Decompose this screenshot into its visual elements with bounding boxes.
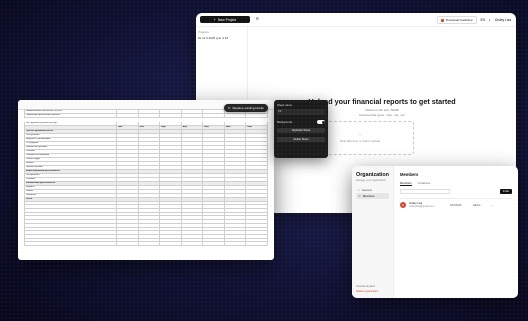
home-icon: ⌂ <box>358 188 360 192</box>
upload-icon: ⤒ <box>359 133 361 137</box>
tab-members[interactable]: Members <box>400 181 412 186</box>
background-toggle[interactable] <box>317 120 325 124</box>
delete-sheet-button[interactable]: Delete Sheet <box>277 137 325 142</box>
org-nav: ⌂ General ☺ Members <box>356 187 389 199</box>
grid-cell[interactable] <box>159 241 182 246</box>
background-label: Background <box>277 120 292 124</box>
more-icon[interactable]: ⋯ <box>490 204 493 207</box>
download-icon <box>440 18 444 22</box>
plus-icon: + <box>213 17 216 22</box>
replace-blocks-label: Replace existing blocks <box>232 106 264 110</box>
avatar: O <box>400 202 406 208</box>
member-date: 4/15/2025 <box>450 203 462 207</box>
download-cashflow-button[interactable]: Download Cashflow <box>436 16 477 24</box>
members-heading: Members <box>400 172 419 177</box>
org-footer: Invoices & plans Delete organization <box>356 284 378 294</box>
replace-blocks-button[interactable]: ↻ Replace existing blocks <box>224 104 268 112</box>
theme-icon[interactable]: ◐ <box>489 18 491 22</box>
tab-invitations[interactable]: Invitations <box>418 181 431 186</box>
invite-button[interactable]: Invite <box>499 189 512 194</box>
dropzone-text: Drop files here or click to upload <box>340 139 380 143</box>
member-role[interactable]: Admin <box>473 204 487 207</box>
user-menu[interactable]: Ondey Lisa <box>495 18 511 22</box>
organization-window: Organization Manage your organization ⌂ … <box>352 166 518 298</box>
member-row[interactable]: O Ondey Lisa ondeylisa@gmail.com 4/15/20… <box>400 198 512 208</box>
spreadsheet-grid[interactable]: Наименование показателя: КЦР/ЕО Параметры… <box>24 109 268 246</box>
org-nav-general-label: General <box>361 188 372 192</box>
spreadsheet-window: Наименование показателя: КЦР/ЕО Параметры… <box>18 100 274 260</box>
grid-cell[interactable] <box>137 241 161 246</box>
grid-cell[interactable] <box>116 241 139 246</box>
org-title: Organization <box>356 172 389 178</box>
sidebar-item-project[interactable]: Бк за 9 2025 для Ч 52 <box>198 36 245 40</box>
sheet-name-value: CF <box>278 110 282 113</box>
grid-cell[interactable] <box>245 241 268 246</box>
duplicate-sheet-button[interactable]: Duplicate Sheet <box>277 128 325 133</box>
language-selector[interactable]: EN <box>481 18 485 22</box>
empty-row <box>24 241 268 246</box>
sheet-name-field[interactable]: CF <box>277 109 325 115</box>
members-section: Members Members Invitations Invite O Ond… <box>394 166 518 298</box>
org-sidebar: Organization Manage your organization ⌂ … <box>352 166 394 298</box>
org-nav-members-label: Members <box>362 194 375 198</box>
grid-cell[interactable] <box>223 241 247 246</box>
panel-title: Sheet name <box>277 103 293 107</box>
grid-cell[interactable] <box>202 241 225 246</box>
row-label-cell[interactable] <box>24 241 117 246</box>
sheet-settings-panel: Sheet name CF Background Duplicate Sheet… <box>274 100 328 158</box>
new-project-label: New Project <box>217 17 237 22</box>
users-icon: ☺ <box>358 194 361 198</box>
member-email: ondeylisa@gmail.com <box>409 205 435 208</box>
members-toolbar: Invite <box>400 189 512 194</box>
replace-icon: ↻ <box>228 106 231 110</box>
grid-cell[interactable] <box>180 241 204 246</box>
members-search-input[interactable] <box>400 189 450 194</box>
org-subtitle: Manage your organization <box>356 179 386 182</box>
background-toggle-row: Background <box>277 120 325 124</box>
app-top-bar: + New Project ≡ Download Cashflow EN ◐ O… <box>196 13 516 27</box>
members-tabs: Members Invitations <box>400 181 512 186</box>
new-project-button[interactable]: + New Project <box>200 16 250 23</box>
sidebar-heading: Projects <box>198 30 209 34</box>
top-right-controls: Download Cashflow EN ◐ Ondey Lisa <box>436 16 511 24</box>
org-nav-members[interactable]: ☺ Members <box>356 193 389 199</box>
member-identity: Ondey Lisa ondeylisa@gmail.com <box>409 202 447 208</box>
menu-icon[interactable]: ≡ <box>256 17 259 22</box>
delete-org-link[interactable]: Delete organization <box>356 289 378 294</box>
download-label: Download Cashflow <box>445 18 473 22</box>
